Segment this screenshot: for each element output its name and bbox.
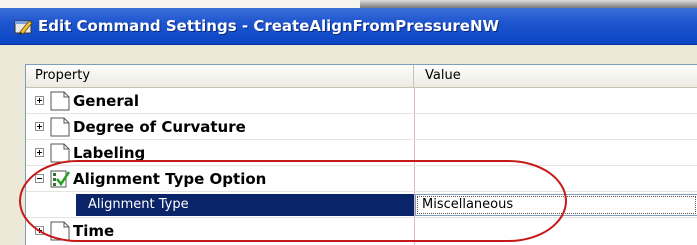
category-row-alignment-type-option[interactable]: Alignment Type Option [26, 167, 697, 192]
category-label: Degree of Curvature [73, 118, 246, 136]
column-header-property[interactable]: Property [26, 65, 414, 87]
expand-plus-icon[interactable] [35, 96, 44, 105]
category-label: Labeling [73, 144, 146, 162]
title-bar[interactable]: Edit Command Settings - CreateAlignFromP… [0, 8, 697, 45]
top-strip-shadow [360, 0, 697, 8]
category-label: Alignment Type Option [73, 170, 267, 188]
document-icon [50, 91, 70, 111]
property-name-alignment-type[interactable]: Alignment Type [76, 194, 414, 216]
property-grid[interactable]: Property Value General Degree of Curvatu… [25, 64, 697, 245]
collapse-minus-icon[interactable] [35, 174, 44, 183]
category-label: Time [73, 222, 115, 240]
property-value-field[interactable]: Miscellaneous [415, 194, 697, 216]
category-row-general[interactable]: General [26, 89, 697, 114]
category-label: General [73, 92, 139, 110]
edit-settings-icon [14, 20, 33, 35]
expand-plus-icon[interactable] [35, 148, 44, 157]
expand-plus-icon[interactable] [35, 122, 44, 131]
window-title: Edit Command Settings - CreateAlignFromP… [38, 17, 500, 35]
top-strip [0, 0, 697, 8]
category-row-degree-of-curvature[interactable]: Degree of Curvature [26, 115, 697, 140]
category-row-time[interactable]: Time [26, 219, 697, 244]
document-icon [50, 117, 70, 137]
property-row-alignment-type[interactable]: Alignment Type Miscellaneous [26, 193, 697, 218]
grid-header: Property Value [26, 65, 697, 88]
document-icon [50, 143, 70, 163]
document-icon [50, 221, 70, 241]
checked-settings-icon [50, 170, 70, 188]
column-header-value[interactable]: Value [415, 65, 697, 87]
expand-plus-icon[interactable] [35, 226, 44, 235]
category-row-labeling[interactable]: Labeling [26, 141, 697, 166]
